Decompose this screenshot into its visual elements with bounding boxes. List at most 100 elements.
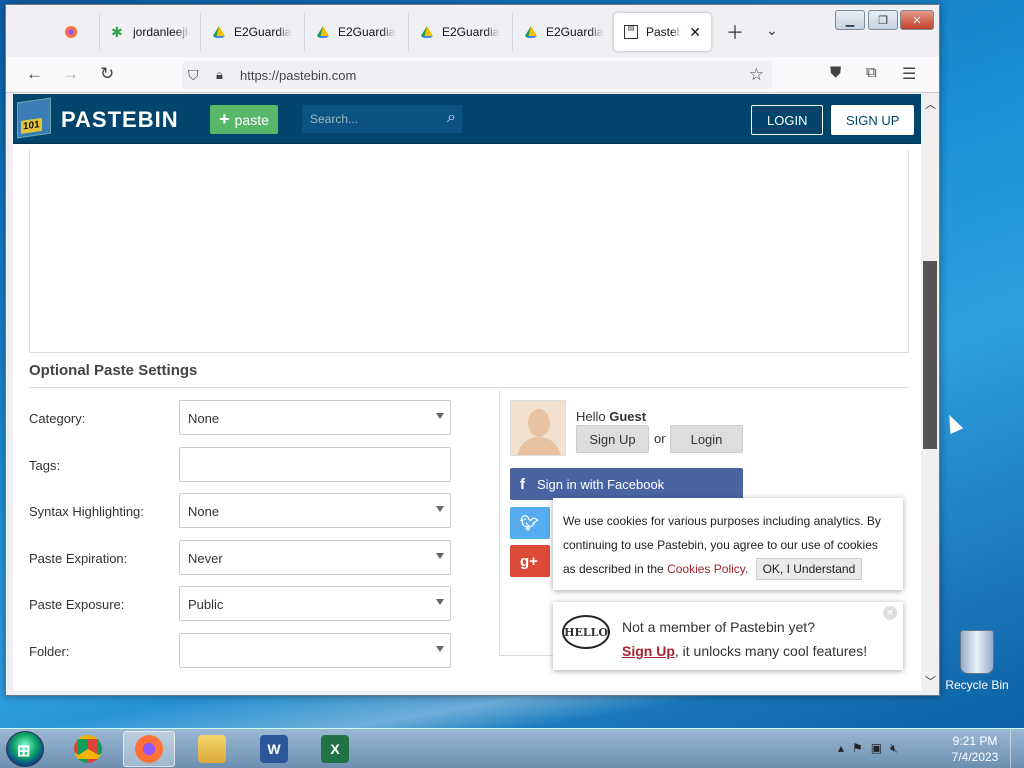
scroll-down-icon[interactable]: ﹀ <box>925 673 936 689</box>
taskbar-chrome[interactable] <box>62 731 114 767</box>
action-center-icon[interactable]: ⚑ <box>852 741 871 755</box>
category-select[interactable]: None <box>179 400 451 435</box>
dropdown-caret-icon <box>436 413 444 419</box>
syntax-row: Syntax Highlighting: None <box>29 493 459 529</box>
dropdown-caret-icon <box>436 506 444 512</box>
tab-label: jordanleejle <box>133 25 190 39</box>
divider <box>499 390 500 656</box>
divider <box>29 387 909 388</box>
facebook-icon: f <box>520 475 525 493</box>
network-icon[interactable]: ▣ <box>871 741 890 755</box>
maximize-button[interactable]: ❐ <box>868 10 898 30</box>
tab-e2guardian-4[interactable]: E2Guardian <box>514 13 614 51</box>
expiration-label: Paste Expiration: <box>29 551 128 566</box>
search-input[interactable]: Search... ⌕ <box>302 105 462 133</box>
taskbar-explorer[interactable] <box>186 731 238 767</box>
extensions-icon[interactable]: ⧉ <box>866 64 877 81</box>
recycle-bin[interactable]: Recycle Bin <box>942 630 1012 692</box>
close-tab-icon[interactable]: ✕ <box>689 24 701 41</box>
exposure-select[interactable]: Public <box>179 586 451 621</box>
shield-icon[interactable]: ⛉ <box>188 67 199 84</box>
start-button[interactable]: ⊞ <box>6 731 44 767</box>
category-row: Category: None <box>29 400 459 436</box>
twitter-signin-button[interactable]: 🐦︎S <box>510 507 560 539</box>
firefox-icon <box>135 735 163 763</box>
menu-icon[interactable]: ☰ <box>902 64 916 84</box>
show-desktop-button[interactable] <box>1010 729 1024 768</box>
scroll-up-icon[interactable]: ︿ <box>925 96 936 112</box>
guest-login-button[interactable]: Login <box>670 425 743 453</box>
signup-button[interactable]: SIGN UP <box>831 105 915 135</box>
member-promo: HELLO Not a member of Pastebin yet? Sign … <box>553 602 903 670</box>
tab-e2guardian-1[interactable]: E2Guardian <box>202 13 305 51</box>
expiration-select[interactable]: Never <box>179 540 451 575</box>
category-value: None <box>188 411 220 426</box>
new-paste-button[interactable]: + paste <box>210 105 278 134</box>
tab-e2guardian-3[interactable]: E2Guardian <box>410 13 513 51</box>
page-scrollbar[interactable]: ︿ ﹀ <box>921 94 939 691</box>
bubble-text: HELLO <box>564 625 608 639</box>
tab-e2guardian-2[interactable]: E2Guardian <box>306 13 409 51</box>
expiration-row: Paste Expiration: Never <box>29 540 459 576</box>
folder-label: Folder: <box>29 644 70 659</box>
promo-line: , it unlocks many cool features! <box>674 643 868 659</box>
pastebin-logo-icon[interactable]: 101 <box>17 97 51 139</box>
reload-icon[interactable]: ↻ <box>100 64 114 84</box>
exposure-value: Public <box>188 597 224 612</box>
green-star-icon: ✱ <box>111 24 123 40</box>
system-tray: ▴⚑▣🔇︎ <box>838 741 906 756</box>
recycle-bin-icon <box>960 630 994 674</box>
login-button[interactable]: LOGIN <box>751 105 824 135</box>
taskbar-excel[interactable]: X <box>309 731 361 767</box>
mouse-cursor-icon <box>942 411 964 435</box>
google-signin-button[interactable]: g+S <box>510 545 559 577</box>
lock-icon[interactable]: 🔒︎ <box>216 67 223 83</box>
tab-label: E2Guardian <box>442 25 500 39</box>
expiration-value: Never <box>188 551 223 566</box>
taskbar-firefox[interactable] <box>123 731 175 767</box>
avatar <box>510 400 566 456</box>
dropdown-caret-icon <box>436 553 444 559</box>
forward-icon[interactable]: → <box>62 64 79 84</box>
cookies-policy-link[interactable]: Cookies Policy <box>667 562 745 576</box>
tab-pastebin[interactable]: ▤ Pastebin ✕ <box>614 13 711 51</box>
show-hidden-icons-icon[interactable]: ▴ <box>838 741 852 755</box>
clock[interactable]: 9:21 PM 7/4/2023 <box>950 733 1000 765</box>
promo-signup-link[interactable]: Sign Up <box>622 643 675 659</box>
google-drive-icon <box>213 26 225 38</box>
taskbar-word[interactable]: W <box>248 731 300 767</box>
close-window-button[interactable]: ✕ <box>900 10 934 30</box>
settings-title: Optional Paste Settings <box>29 362 198 379</box>
google-drive-icon <box>317 26 329 38</box>
exposure-label: Paste Exposure: <box>29 597 125 612</box>
pastebin-page: 101 PASTEBIN + paste Search... ⌕ LOGIN SI… <box>13 94 921 691</box>
search-icon[interactable]: ⌕ <box>447 109 456 127</box>
pastebin-header: 101 PASTEBIN + paste Search... ⌕ LOGIN SI… <box>13 94 921 144</box>
bookmark-star-icon[interactable]: ☆ <box>749 65 764 85</box>
facebook-signin-button[interactable]: f Sign in with Facebook <box>510 468 743 500</box>
brand-name[interactable]: PASTEBIN <box>61 107 179 133</box>
url-bar[interactable]: ⛉ 🔒︎ https://pastebin.com ☆ <box>182 61 772 89</box>
firefox-icon <box>65 26 77 38</box>
tab-firefox[interactable] <box>54 13 100 51</box>
tags-input[interactable] <box>179 447 451 482</box>
syntax-select[interactable]: None <box>179 493 451 528</box>
cookie-ok-button[interactable]: OK, I Understand <box>755 558 863 580</box>
back-icon[interactable]: ← <box>26 64 43 84</box>
pocket-icon[interactable]: ⛊ <box>830 64 841 81</box>
tab-label: E2Guardian <box>338 25 396 39</box>
tab-jordanleejle[interactable]: ✱ jordanleejle <box>101 13 201 51</box>
paste-textarea[interactable] <box>29 150 909 353</box>
minimize-button[interactable]: ▁ <box>835 10 865 30</box>
tags-label: Tags: <box>29 458 61 473</box>
guest-signup-button[interactable]: Sign Up <box>576 425 649 453</box>
tab-list-chevron-icon[interactable]: ⌄ <box>766 22 778 39</box>
exposure-row: Paste Exposure: Public <box>29 586 459 622</box>
scrollbar-thumb[interactable] <box>923 261 937 449</box>
pastebin-icon: ▤ <box>624 25 638 39</box>
new-tab-icon[interactable]: ＋ <box>726 19 744 45</box>
close-icon[interactable]: ✕ <box>883 606 897 620</box>
folder-select[interactable] <box>179 633 451 668</box>
cookie-banner: We use cookies for various purposes incl… <box>553 498 903 590</box>
volume-muted-icon[interactable]: 🔇︎ <box>890 741 906 755</box>
